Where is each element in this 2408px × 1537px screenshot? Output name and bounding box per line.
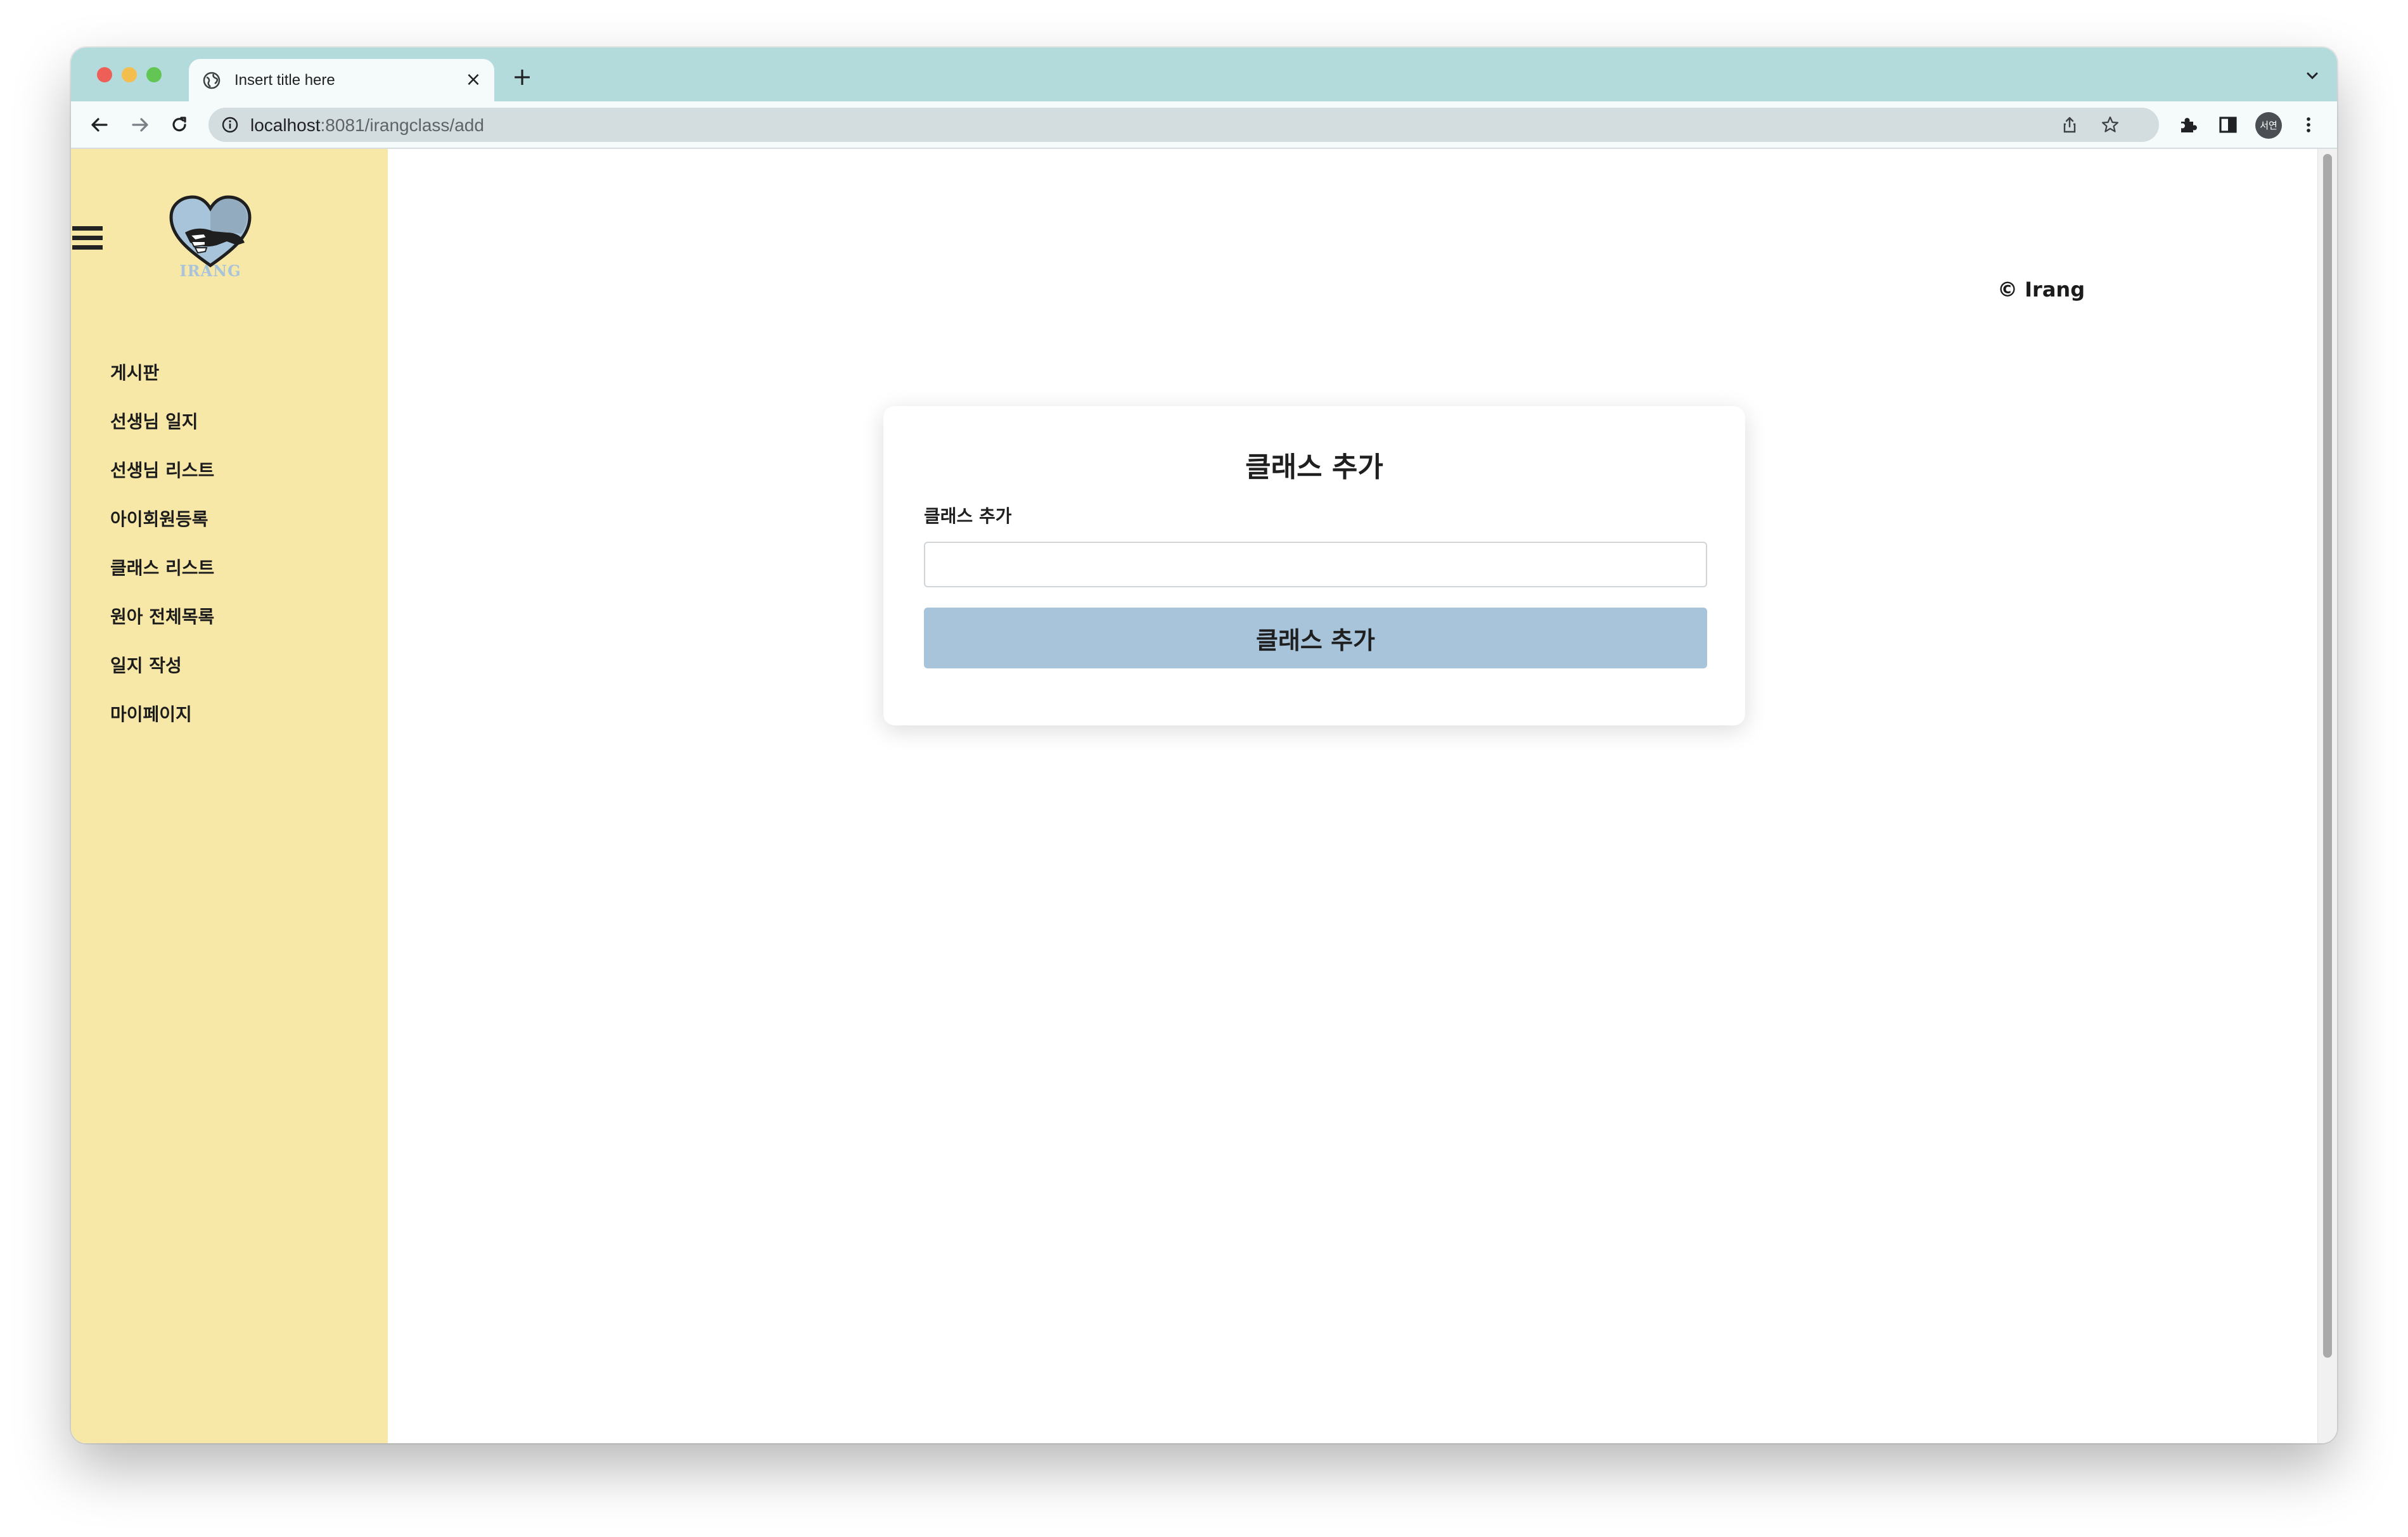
sidebar-item-teacher-list[interactable]: 선생님 리스트 — [110, 457, 214, 482]
address-path: :8081/irangclass/add — [320, 115, 484, 135]
minimize-window-button[interactable] — [122, 67, 137, 82]
share-icon[interactable] — [2060, 115, 2079, 134]
forward-arrow-icon[interactable] — [128, 113, 152, 137]
address-url[interactable]: localhost:8081/irangclass/add — [250, 115, 484, 136]
browser-toolbar: localhost:8081/irangclass/add 서연 — [71, 101, 2337, 149]
add-class-button[interactable]: 클래스 추가 — [924, 608, 1707, 668]
sidebar-item-teacher-journal[interactable]: 선생님 일지 — [110, 408, 198, 433]
add-class-card: 클래스 추가 클래스 추가 클래스 추가 — [883, 406, 1745, 725]
sidebar: IRANG 게시판 선생님 일지 선생님 리스트 아이회원등록 클래스 리스트 … — [71, 149, 388, 1443]
side-panel-icon[interactable] — [2216, 113, 2240, 137]
address-host: localhost — [250, 115, 321, 135]
vertical-scrollbar[interactable] — [2317, 149, 2337, 1443]
copyright-text: © Irang — [1997, 277, 2085, 302]
tab-active[interactable]: Insert title here × — [189, 59, 494, 101]
address-bar[interactable]: localhost:8081/irangclass/add — [208, 108, 2159, 142]
scrollbar-thumb[interactable] — [2323, 154, 2332, 1358]
chevron-down-icon[interactable] — [2302, 65, 2323, 87]
zoom-window-button[interactable] — [146, 67, 162, 82]
hamburger-menu-icon[interactable] — [72, 226, 104, 253]
browser-window: Insert title here × + localhost:8081/ira… — [71, 48, 2337, 1443]
info-icon[interactable] — [221, 116, 239, 134]
sidebar-item-all-children[interactable]: 원아 전체목록 — [110, 603, 214, 628]
more-menu-icon[interactable] — [2296, 113, 2321, 137]
card-title: 클래스 추가 — [1245, 451, 1383, 483]
sidebar-item-child-registration[interactable]: 아이회원등록 — [110, 506, 208, 531]
tab-title: Insert title here — [234, 72, 335, 89]
sidebar-item-class-list[interactable]: 클래스 리스트 — [110, 554, 214, 580]
sidebar-item-my-page[interactable]: 마이페이지 — [110, 701, 192, 726]
globe-icon — [203, 72, 221, 89]
bookmark-star-icon[interactable] — [2101, 115, 2120, 134]
logo-text: IRANG — [179, 262, 241, 280]
back-arrow-icon[interactable] — [87, 113, 112, 137]
new-tab-button[interactable]: + — [508, 63, 536, 91]
sidebar-item-write-journal[interactable]: 일지 작성 — [110, 652, 182, 677]
tab-close-icon[interactable]: × — [463, 69, 484, 91]
class-name-label: 클래스 추가 — [924, 506, 1012, 526]
sidebar-item-board[interactable]: 게시판 — [110, 359, 159, 385]
class-name-input[interactable] — [924, 542, 1707, 587]
page-viewport: IRANG 게시판 선생님 일지 선생님 리스트 아이회원등록 클래스 리스트 … — [71, 149, 2337, 1443]
extensions-puzzle-icon[interactable] — [2176, 113, 2200, 137]
tab-strip: Insert title here × + — [71, 48, 2337, 101]
profile-avatar[interactable]: 서연 — [2255, 112, 2282, 139]
reload-icon[interactable] — [167, 113, 191, 137]
close-window-button[interactable] — [97, 67, 112, 82]
